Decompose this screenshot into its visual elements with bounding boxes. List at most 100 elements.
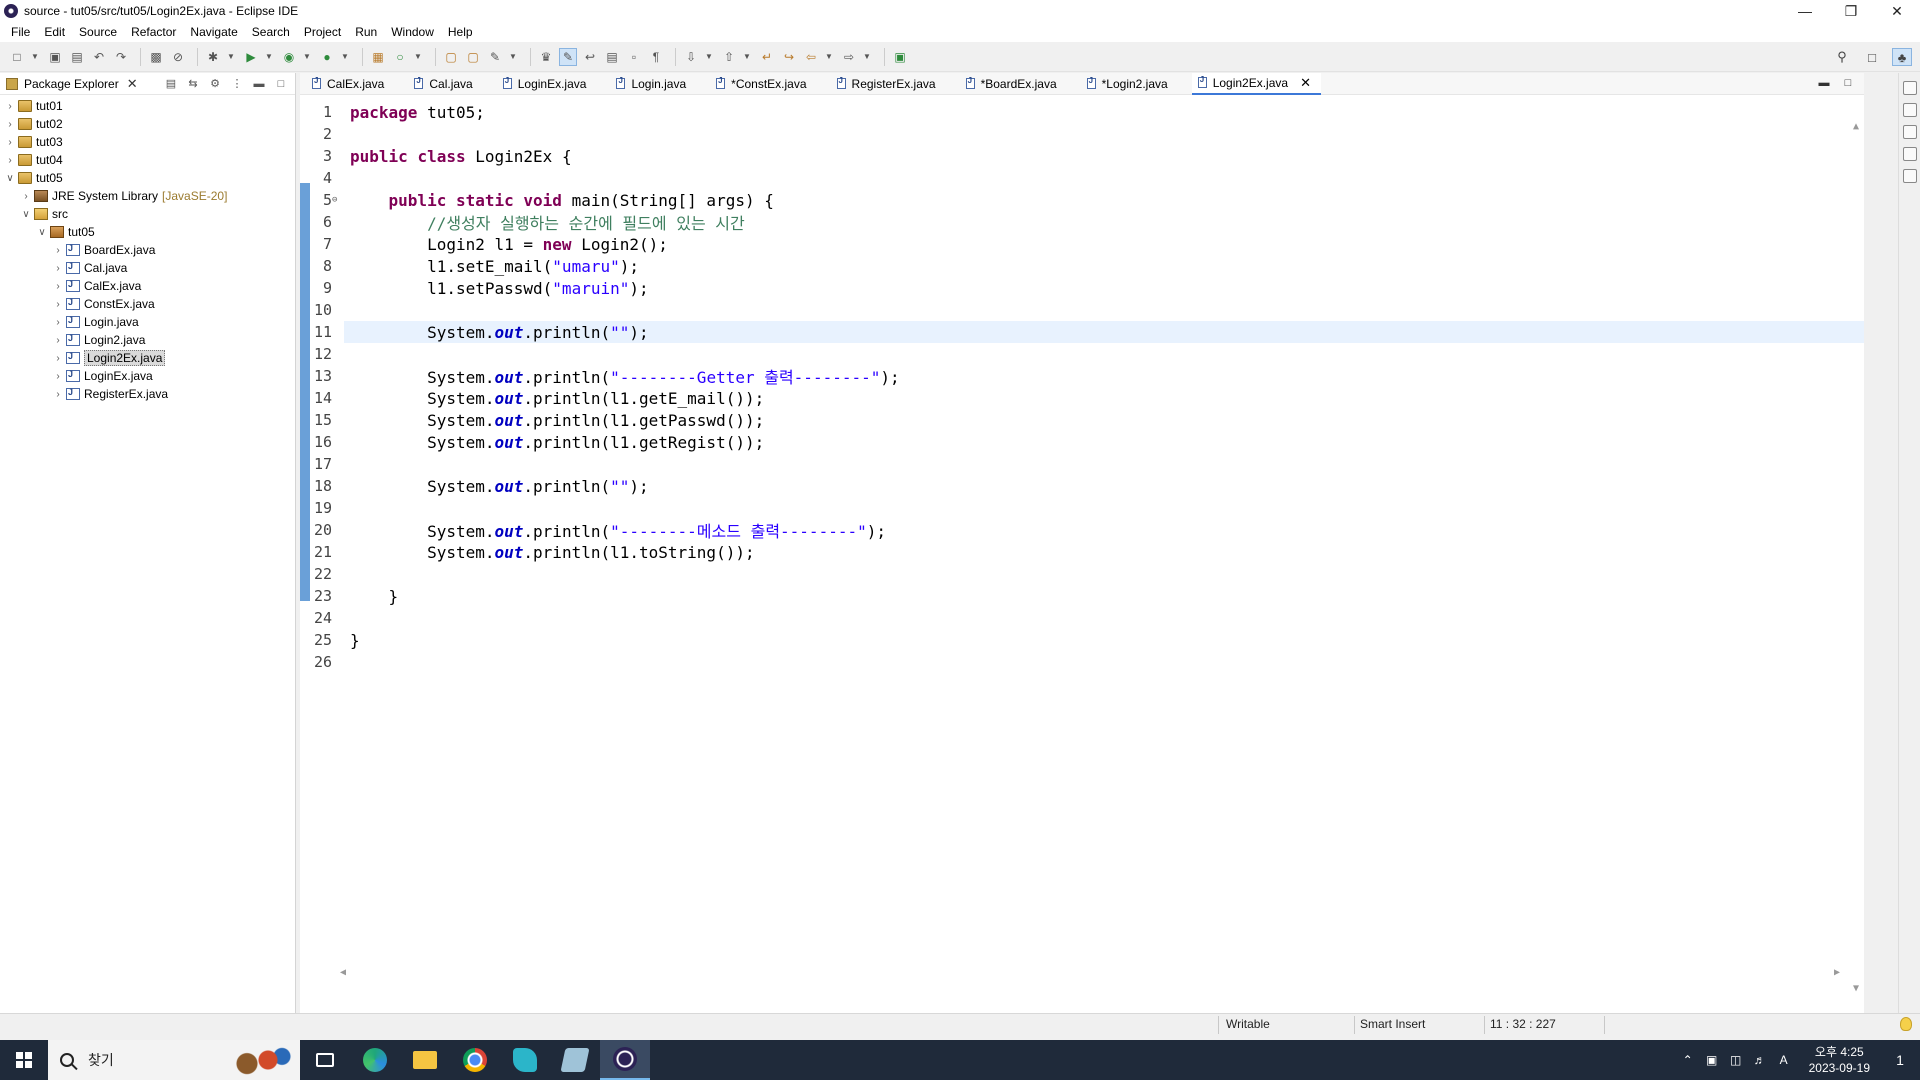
close-button[interactable]: ✕ [1874,0,1920,22]
code-line[interactable]: 9 l1.setPasswd("maruin"); [300,277,1864,299]
network-icon[interactable]: ◫ [1727,1040,1745,1080]
fold-collapse-icon[interactable]: ⊖ [332,195,342,205]
menu-search[interactable]: Search [245,25,297,39]
tree-item-tut03[interactable]: › tut03 [0,133,295,151]
task-view-button[interactable] [300,1040,350,1080]
chevron-right-icon[interactable]: › [52,317,64,328]
tree-item-tut01[interactable]: › tut01 [0,97,295,115]
chevron-down-icon[interactable]: ∨ [36,227,48,238]
notification-center-button[interactable]: 1 [1880,1040,1920,1080]
code-line[interactable]: 21 System.out.println(l1.toString()); [300,541,1864,563]
eclipse-taskbar-button[interactable] [600,1040,650,1080]
filters-icon[interactable]: ⚙ [207,76,223,92]
code-line[interactable]: 6 //생성자 실행하는 순간에 필드에 있는 시간 [300,211,1864,233]
tree-item-tut05[interactable]: ∨ tut05 [0,169,295,187]
minimize-button[interactable]: — [1782,0,1828,22]
debug-dropdown-icon[interactable]: ▼ [226,48,236,66]
close-icon[interactable]: ✕ [127,76,138,92]
forward-dropdown-icon[interactable]: ▼ [862,48,872,66]
menu-help[interactable]: Help [441,25,480,39]
external-tools-icon[interactable]: ● [318,48,336,66]
tree-item-calex-java[interactable]: › CalEx.java [0,277,295,295]
file-explorer-taskbar-button[interactable] [400,1040,450,1080]
code-line[interactable]: 7 Login2 l1 = new Login2(); [300,233,1864,255]
outline-icon[interactable] [1902,103,1917,117]
chevron-right-icon[interactable]: › [20,191,32,202]
tab-login-java[interactable]: Login.java [610,73,696,95]
tree-item-boardex-java[interactable]: › BoardEx.java [0,241,295,259]
link-with-editor-icon[interactable]: ⇆ [185,76,201,92]
pin-editor-icon[interactable]: ▣ [891,48,909,66]
back-icon[interactable]: ⇦ [802,48,820,66]
menu-navigate[interactable]: Navigate [183,25,244,39]
tab-registerex-java[interactable]: RegisterEx.java [831,73,946,95]
menu-project[interactable]: Project [297,25,348,39]
chevron-right-icon[interactable]: › [52,299,64,310]
tree-item-src[interactable]: ∨ src [0,205,295,223]
volume-icon[interactable]: ♬ [1751,1040,1769,1080]
code-line[interactable]: 24 [300,607,1864,629]
notepad-taskbar-button[interactable] [550,1040,600,1080]
code-line[interactable]: 17 [300,453,1864,475]
next-annotation-icon[interactable]: ⇩ [682,48,700,66]
undo-icon[interactable]: ↶ [90,48,108,66]
debug-icon[interactable]: ✱ [204,48,222,66]
minimize-icon[interactable]: ▬ [1816,76,1832,90]
camera-icon[interactable]: ▣ [1703,1040,1721,1080]
edge-taskbar-button[interactable] [350,1040,400,1080]
tab-login2ex-java[interactable]: Login2Ex.java ✕ [1191,72,1321,95]
tree-item-registerex-java[interactable]: › RegisterEx.java [0,385,295,403]
word-wrap-icon[interactable]: ↩ [581,48,599,66]
code-line[interactable]: 23 } [300,585,1864,607]
tree-item-cal-java[interactable]: › Cal.java [0,259,295,277]
run-icon[interactable]: ▶ [242,48,260,66]
tree-item-login2ex-java[interactable]: › Login2Ex.java [0,349,295,367]
back-dropdown-icon[interactable]: ▼ [824,48,834,66]
tab-cal-java[interactable]: Cal.java [408,73,482,95]
coverage-dropdown-icon[interactable]: ▼ [302,48,312,66]
external-tools-dropdown-icon[interactable]: ▼ [340,48,350,66]
menu-window[interactable]: Window [384,25,441,39]
chevron-right-icon[interactable]: › [52,371,64,382]
chevron-right-icon[interactable]: › [52,263,64,274]
restore-icon[interactable] [1902,81,1917,95]
code-line[interactable]: 3 public class Login2Ex { [300,145,1864,167]
tree-item-login2-java[interactable]: › Login2.java [0,331,295,349]
menu-edit[interactable]: Edit [37,25,72,39]
taskbar-search-box[interactable]: 찾기 [48,1040,300,1080]
package-explorer-tab[interactable]: Package Explorer [24,77,119,91]
skip-breakpoints-icon[interactable]: ⊘ [169,48,187,66]
previous-annotation-dropdown-icon[interactable]: ▼ [742,48,752,66]
code-line[interactable]: 15 System.out.println(l1.getPasswd()); [300,409,1864,431]
javadoc-icon[interactable] [1902,125,1917,139]
code-line[interactable]: 25} [300,629,1864,651]
tree-item-tut04[interactable]: › tut04 [0,151,295,169]
close-icon[interactable]: ✕ [1300,75,1311,91]
last-edit-location-icon[interactable]: ↵ [758,48,776,66]
tree-item-tut02[interactable]: › tut02 [0,115,295,133]
block-selection-icon[interactable]: ▤ [603,48,621,66]
chrome-taskbar-button[interactable] [450,1040,500,1080]
code-line[interactable]: 26 [300,651,1864,673]
tree-item-constex-java[interactable]: › ConstEx.java [0,295,295,313]
chevron-right-icon[interactable]: › [4,137,16,148]
chevron-right-icon[interactable]: › [52,353,64,364]
console-icon[interactable] [1902,169,1917,183]
chevron-right-icon[interactable]: › [4,101,16,112]
toggle-breadcrumb-icon[interactable]: ♛ [537,48,555,66]
save-icon[interactable]: ▣ [46,48,64,66]
minimize-icon[interactable]: ▬ [251,76,267,92]
code-line[interactable]: 13 System.out.println("--------Getter 출력… [300,365,1864,387]
coverage-icon[interactable]: ◉ [280,48,298,66]
code-line[interactable]: 8 l1.setE_mail("umaru"); [300,255,1864,277]
menu-refactor[interactable]: Refactor [124,25,183,39]
new-dropdown-icon[interactable]: ▼ [30,48,40,66]
vertical-scrollbar[interactable]: ▲ ▼ [1848,117,1864,1015]
save-all-icon[interactable]: ▤ [68,48,86,66]
code-line[interactable]: 14 System.out.println(l1.getE_mail()); [300,387,1864,409]
scroll-left-icon[interactable]: ◀ [340,967,346,978]
chevron-right-icon[interactable]: › [4,119,16,130]
new-java-package-icon[interactable]: ▦ [369,48,387,66]
open-task-icon[interactable]: ▢ [464,48,482,66]
tab-loginex-java[interactable]: LoginEx.java [497,73,597,95]
